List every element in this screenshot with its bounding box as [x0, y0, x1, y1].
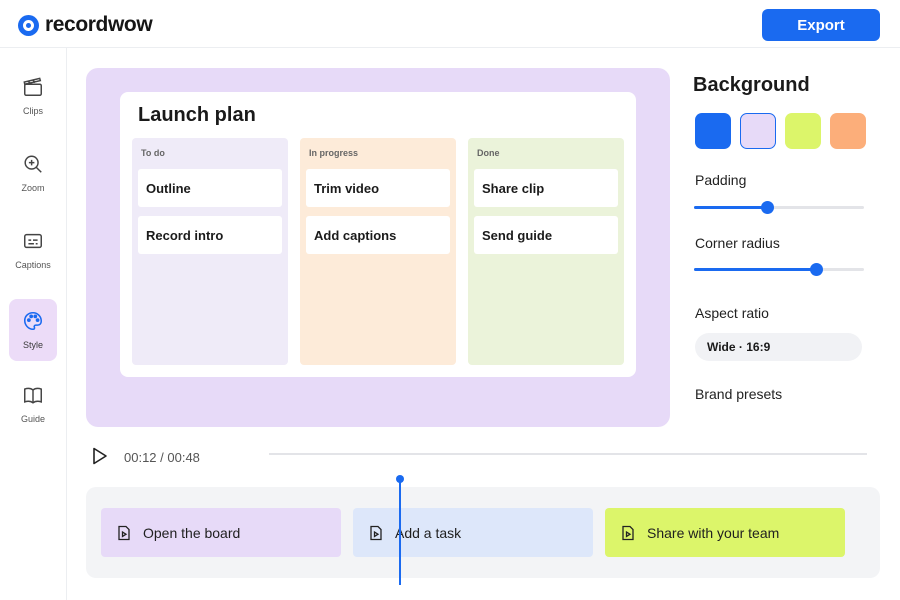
clapperboard-icon	[23, 77, 42, 96]
app-logo[interactable]: recordwow	[18, 13, 153, 37]
aspect-ratio-select[interactable]: Wide · 16:9	[695, 333, 862, 361]
corner-radius-slider[interactable]	[694, 263, 864, 277]
board-card: Share clip	[474, 169, 618, 207]
sidebar-item-style[interactable]: Style	[9, 299, 57, 361]
sidebar-item-label: Zoom	[21, 183, 45, 193]
kanban-board: Launch plan To do Outline Record intro I…	[120, 92, 636, 377]
playhead[interactable]	[399, 480, 401, 585]
clip-label: Share with your team	[647, 524, 780, 541]
sidebar-item-clips[interactable]: Clips	[9, 65, 57, 127]
swatch-peach[interactable]	[830, 113, 866, 149]
timeline-clip[interactable]: Open the board	[101, 508, 341, 557]
slider-thumb[interactable]	[810, 263, 823, 276]
aspect-ratio-label: Aspect ratio	[695, 305, 769, 321]
slider-fill	[694, 206, 767, 209]
board-column-todo: To do Outline Record intro	[132, 138, 288, 365]
export-button[interactable]: Export	[762, 9, 880, 41]
board-card: Outline	[138, 169, 282, 207]
sidebar-item-label: Clips	[22, 106, 43, 116]
timeline-clip[interactable]: Share with your team	[605, 508, 845, 557]
swatch-blue[interactable]	[695, 113, 731, 149]
video-file-icon	[622, 525, 634, 540]
logo-mark-icon	[18, 14, 39, 36]
playhead-handle[interactable]	[396, 475, 404, 483]
brand-presets-label[interactable]: Brand presets	[695, 386, 782, 402]
board-column-in-progress: In progress Trim video Add captions	[300, 138, 456, 365]
swatch-lime[interactable]	[785, 113, 821, 149]
sidebar-item-label: Guide	[20, 414, 46, 424]
sidebar-item-label: Captions	[15, 260, 51, 270]
clip-label: Open the board	[143, 524, 241, 541]
corner-radius-label: Corner radius	[695, 235, 780, 251]
board-card: Trim video	[306, 169, 450, 207]
swatch-lavender[interactable]	[740, 113, 776, 149]
canvas-preview[interactable]: Launch plan To do Outline Record intro I…	[86, 68, 670, 427]
timeline-clip[interactable]: Add a task	[353, 508, 593, 557]
app-name: recordwow	[45, 13, 153, 36]
board-title: Launch plan	[138, 104, 256, 126]
palette-icon	[23, 311, 43, 331]
padding-label: Padding	[695, 172, 747, 188]
sidebar-item-zoom[interactable]: Zoom	[9, 142, 57, 204]
top-bar: recordwow Export	[0, 0, 900, 48]
column-title: To do	[141, 148, 165, 158]
captions-icon	[24, 233, 42, 249]
board-card: Send guide	[474, 216, 618, 254]
play-icon[interactable]	[90, 446, 110, 466]
padding-slider[interactable]	[694, 201, 864, 215]
zoom-icon	[24, 155, 42, 173]
sidebar-item-label: Style	[22, 340, 43, 350]
board-card: Record intro	[138, 216, 282, 254]
background-heading: Background	[693, 74, 810, 96]
timecode: 00:12 / 00:48	[124, 450, 200, 465]
scrub-bar[interactable]	[269, 453, 867, 455]
sidebar: Clips Zoom Captions Style Guide	[0, 48, 67, 600]
timeline-track: Open the board Add a task Share with you…	[86, 487, 880, 578]
board-card: Add captions	[306, 216, 450, 254]
slider-thumb[interactable]	[761, 201, 774, 214]
video-file-icon	[370, 525, 382, 540]
column-title: Done	[477, 148, 500, 158]
video-file-icon	[118, 525, 130, 540]
column-title: In progress	[309, 148, 359, 158]
book-icon	[24, 387, 42, 404]
clip-label: Add a task	[395, 524, 462, 541]
sidebar-item-captions[interactable]: Captions	[9, 219, 57, 281]
slider-fill	[694, 268, 816, 271]
board-column-done: Done Share clip Send guide	[468, 138, 624, 365]
sidebar-item-guide[interactable]: Guide	[9, 373, 57, 435]
